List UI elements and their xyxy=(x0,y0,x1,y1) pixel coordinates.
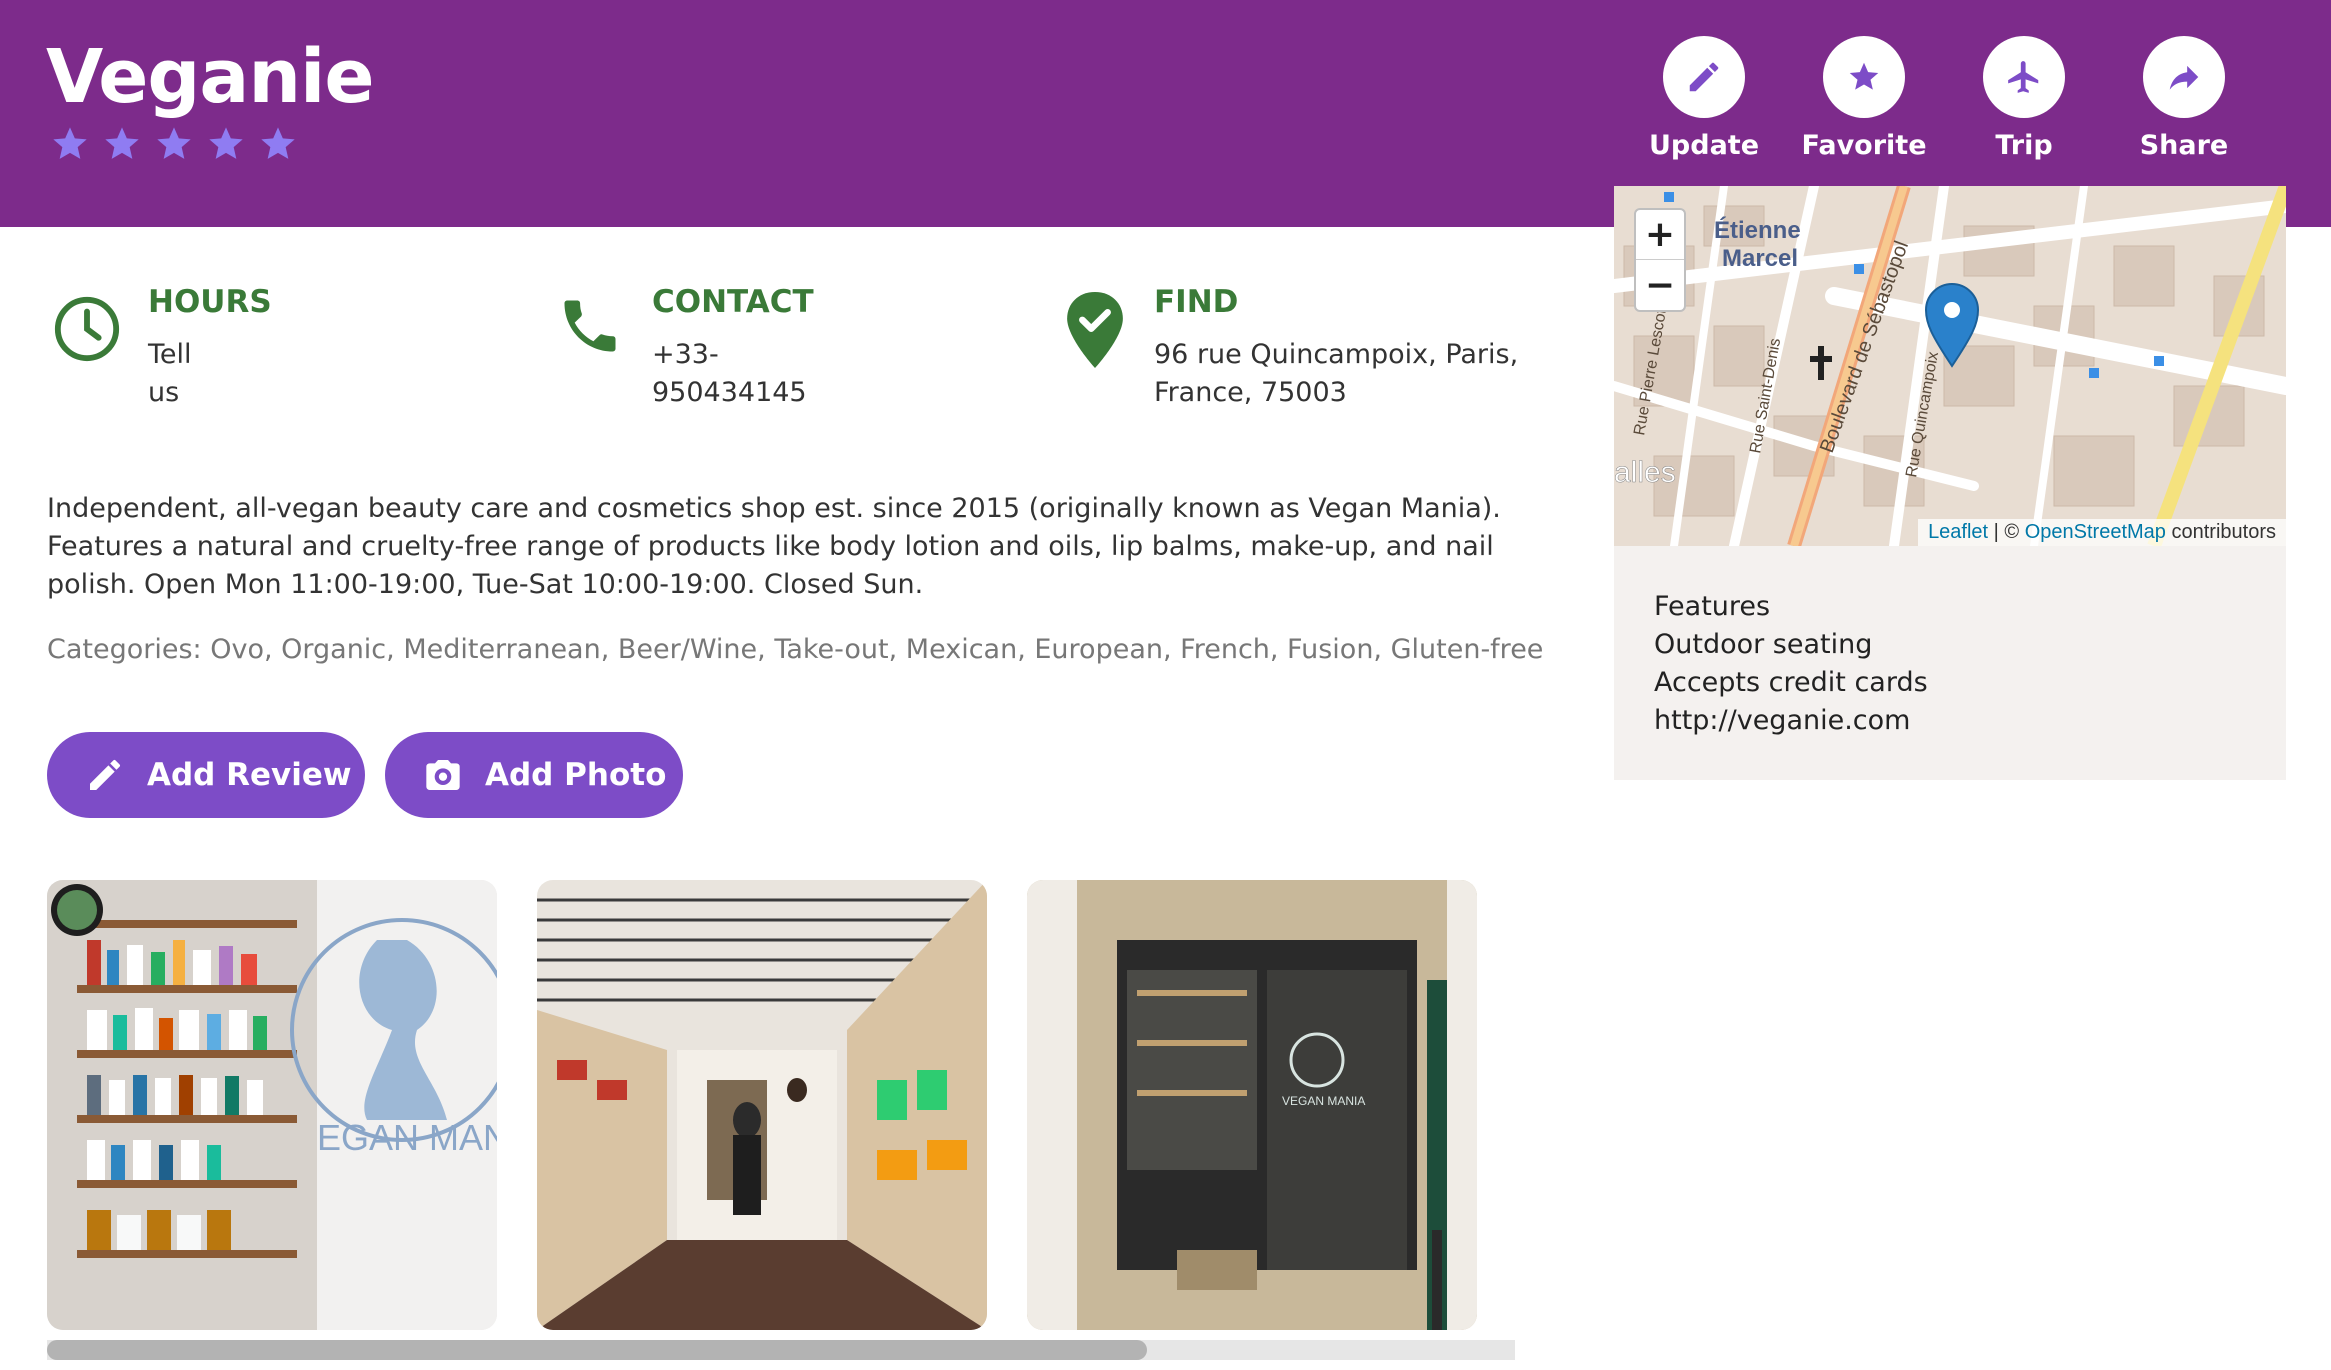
hours-value: Tell us xyxy=(148,339,192,408)
update-label: Update xyxy=(1648,130,1760,161)
address-line-1: 96 rue Quincampoix, Paris, xyxy=(1154,339,1519,370)
add-review-label: Add Review xyxy=(147,757,352,793)
pencil-icon xyxy=(90,759,120,790)
zoom-out-button[interactable]: − xyxy=(1636,260,1684,310)
add-review-button[interactable]: Add Review xyxy=(47,732,365,818)
favorite-button[interactable]: Favorite xyxy=(1784,36,1944,161)
update-button[interactable]: Update xyxy=(1624,36,1784,161)
share-circle[interactable] xyxy=(2143,36,2225,118)
star-icon xyxy=(157,127,191,159)
star-icon xyxy=(209,127,243,159)
share-label: Share xyxy=(2139,130,2229,161)
zoom-controls: + − xyxy=(1634,208,1686,312)
photo-thumbnail[interactable]: VEGAN MANIA xyxy=(1027,880,1477,1330)
update-circle[interactable] xyxy=(1663,36,1745,118)
categories: Categories: Ovo, Organic, Mediterranean,… xyxy=(47,634,1544,665)
photo-thumbnail[interactable] xyxy=(537,880,987,1330)
pencil-icon xyxy=(1689,62,1719,92)
scrollbar-thumb[interactable] xyxy=(47,1340,1147,1360)
favorite-circle[interactable] xyxy=(1823,36,1905,118)
map-label-halles: alles xyxy=(1614,456,1676,489)
phone-link[interactable]: +33-950434145 xyxy=(652,336,807,412)
map-label-marcel: Marcel xyxy=(1722,245,1798,272)
rating-stars xyxy=(50,124,298,164)
leaflet-link[interactable]: Leaflet xyxy=(1928,521,1988,543)
photo-storefront: VEGAN MANIA xyxy=(1027,880,1477,1330)
camera-icon xyxy=(426,760,460,790)
trip-circle[interactable] xyxy=(1983,36,2065,118)
map-attribution: Leaflet | © OpenStreetMap contributors xyxy=(1918,519,2286,546)
hours-heading: HOURS xyxy=(148,284,272,320)
svg-text:EGAN MAN: EGAN MAN xyxy=(317,1117,497,1158)
feature-item: Outdoor seating xyxy=(1654,629,1873,660)
star-icon xyxy=(261,127,295,159)
feature-item: Accepts credit cards xyxy=(1654,667,1928,698)
svg-text:VEGAN MANIA: VEGAN MANIA xyxy=(1282,1094,1365,1108)
add-photo-button[interactable]: Add Photo xyxy=(385,732,683,818)
photo-thumbnail[interactable]: EGAN MAN xyxy=(47,880,497,1330)
star-icon xyxy=(53,127,87,159)
share-icon xyxy=(2169,65,2199,90)
find-heading: FIND xyxy=(1154,284,1239,320)
trip-button[interactable]: Trip xyxy=(1944,36,2104,161)
attribution-separator: | © xyxy=(1988,521,2025,543)
photo-interior xyxy=(537,880,987,1330)
page-title: Veganie xyxy=(46,34,375,120)
add-photo-label: Add Photo xyxy=(485,757,667,793)
star-icon xyxy=(1849,62,1879,90)
map-tiles[interactable]: Étienne Marcel alles Boulevard de Sébast… xyxy=(1614,186,2286,546)
address-line-2: France, 75003 xyxy=(1154,377,1347,408)
osm-link[interactable]: OpenStreetMap xyxy=(2025,521,2166,543)
map-label-etienne: Étienne xyxy=(1714,216,1801,244)
zoom-in-button[interactable]: + xyxy=(1636,210,1684,260)
star-icon xyxy=(105,127,139,159)
share-button[interactable]: Share xyxy=(2104,36,2264,161)
photo-shelves: EGAN MAN xyxy=(47,880,497,1330)
action-bar: Update Favorite Trip Share xyxy=(1624,36,2264,161)
horizontal-scrollbar[interactable] xyxy=(47,1340,1515,1360)
features-panel: Features Outdoor seating Accepts credit … xyxy=(1614,546,2286,780)
map-pin-check-icon xyxy=(1067,292,1123,368)
attribution-contributors: contributors xyxy=(2165,521,2276,543)
map[interactable]: Étienne Marcel alles Boulevard de Sébast… xyxy=(1614,186,2286,546)
clock-icon xyxy=(54,296,120,362)
address[interactable]: 96 rue Quincampoix, Paris, France, 75003 xyxy=(1154,336,1554,412)
website-link[interactable]: http://veganie.com xyxy=(1654,702,2286,740)
favorite-label: Favorite xyxy=(1801,130,1927,161)
phone-icon xyxy=(564,300,616,352)
description: Independent, all-vegan beauty care and c… xyxy=(47,493,1501,600)
features-title: Features xyxy=(1654,591,1771,622)
plane-icon xyxy=(2008,61,2039,93)
trip-label: Trip xyxy=(1995,130,2053,161)
contact-heading: CONTACT xyxy=(652,284,814,320)
